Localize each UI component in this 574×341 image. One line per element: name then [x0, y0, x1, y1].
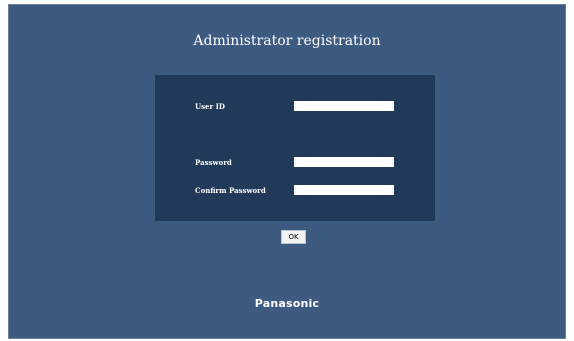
registration-form-panel: User ID Password Confirm Password — [155, 75, 435, 221]
user-id-label: User ID — [195, 102, 225, 111]
ok-button[interactable]: OK — [281, 230, 306, 244]
password-label: Password — [195, 158, 232, 167]
panasonic-logo: Panasonic — [254, 297, 320, 310]
password-input[interactable] — [294, 157, 394, 167]
page-title: Administrator registration — [193, 33, 381, 49]
user-id-input[interactable] — [294, 101, 394, 111]
registration-page: Administrator registration User ID Passw… — [8, 4, 566, 339]
confirm-password-input[interactable] — [294, 185, 394, 195]
confirm-password-label: Confirm Password — [195, 186, 266, 195]
